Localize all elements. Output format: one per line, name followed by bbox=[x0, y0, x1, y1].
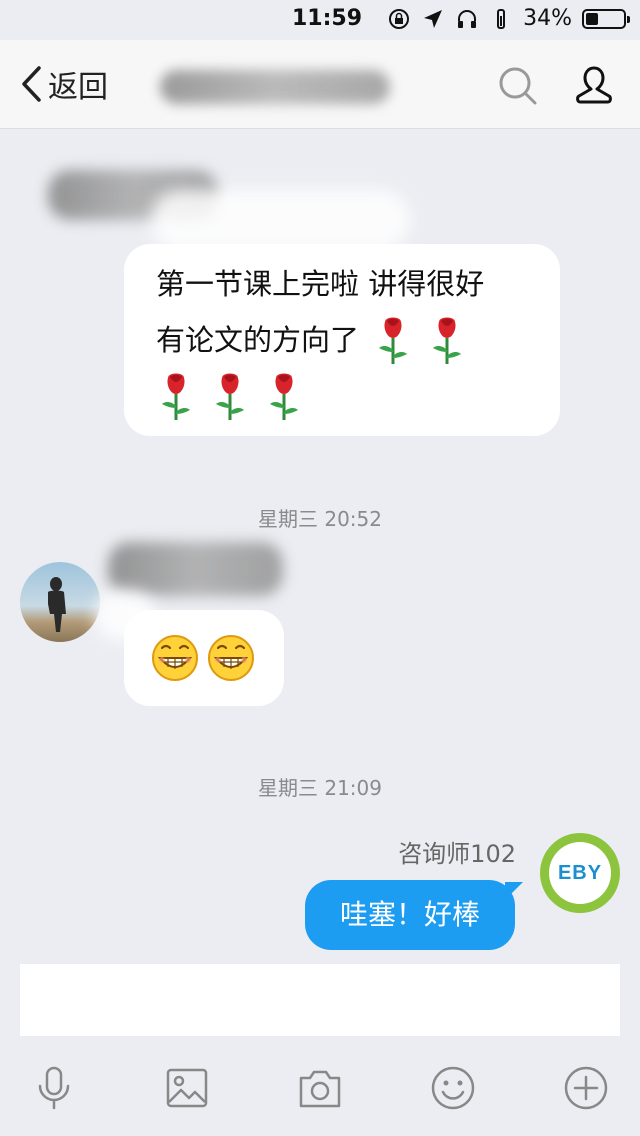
rose-emoji-group bbox=[142, 368, 556, 424]
chevron-left-icon bbox=[22, 66, 41, 102]
rotation-lock-icon bbox=[389, 8, 410, 29]
nav-bar: 返回 bbox=[0, 40, 640, 129]
timestamp: 星期三 21:09 bbox=[258, 776, 382, 800]
mic-icon[interactable] bbox=[30, 1064, 78, 1112]
search-icon[interactable] bbox=[496, 64, 540, 108]
camera-icon[interactable] bbox=[296, 1064, 344, 1112]
rose-emoji bbox=[156, 368, 196, 424]
group-profile-icon[interactable] bbox=[570, 62, 618, 110]
status-bar: 11:59 34% bbox=[0, 0, 640, 40]
grinning-face-emoji bbox=[206, 632, 256, 682]
message-input[interactable] bbox=[20, 964, 620, 1036]
message-line: 有论文的方向了 bbox=[156, 323, 360, 357]
timestamp: 星期三 20:52 bbox=[258, 507, 382, 531]
bluetooth-charge-icon bbox=[497, 8, 506, 29]
emoji-row bbox=[150, 632, 262, 682]
emoji-icon[interactable] bbox=[429, 1064, 477, 1112]
emoji-message-bubble[interactable] bbox=[124, 610, 284, 706]
rose-emoji bbox=[373, 312, 413, 368]
message-text: 哇塞！好棒 bbox=[339, 898, 480, 931]
back-label: 返回 bbox=[48, 70, 108, 105]
rose-emoji bbox=[210, 368, 250, 424]
person-silhouette-icon bbox=[48, 577, 66, 632]
message-bubble[interactable]: 第一节课上完啦 讲得很好 有论文的方向了 bbox=[124, 244, 560, 436]
message-line-with-roses: 有论文的方向了 bbox=[156, 312, 556, 368]
rose-emoji-group bbox=[359, 317, 467, 364]
status-icons: 34% bbox=[387, 6, 630, 31]
plus-icon[interactable] bbox=[562, 1064, 610, 1112]
logo-text: EBY bbox=[557, 861, 603, 884]
grinning-face-emoji bbox=[150, 632, 200, 682]
outgoing-message-bubble[interactable]: 哇塞！好棒 bbox=[305, 880, 515, 950]
avatar[interactable] bbox=[20, 562, 100, 642]
input-toolbar bbox=[0, 1050, 640, 1136]
battery-fill bbox=[586, 12, 598, 25]
headphones-icon bbox=[458, 9, 477, 28]
message-content: 第一节课上完啦 讲得很好 有论文的方向了 bbox=[156, 256, 556, 424]
location-arrow-icon bbox=[424, 9, 443, 28]
avatar[interactable]: EBY bbox=[540, 833, 620, 913]
battery-tip bbox=[627, 15, 630, 23]
message-line: 第一节课上完啦 讲得很好 bbox=[156, 267, 485, 301]
rose-emoji bbox=[264, 368, 304, 424]
status-time: 11:59 bbox=[292, 6, 363, 31]
redacted-chat-title bbox=[160, 70, 390, 104]
back-button[interactable]: 返回 bbox=[20, 62, 108, 106]
battery-icon bbox=[582, 8, 630, 29]
sender-name: 咨询师102 bbox=[398, 840, 516, 868]
image-icon[interactable] bbox=[163, 1064, 211, 1112]
avatar-logo: EBY bbox=[549, 842, 611, 904]
redacted-sender-name bbox=[108, 542, 283, 596]
redaction-smudge bbox=[150, 190, 410, 250]
battery-percent: 34% bbox=[523, 6, 572, 31]
rose-emoji bbox=[427, 312, 467, 368]
